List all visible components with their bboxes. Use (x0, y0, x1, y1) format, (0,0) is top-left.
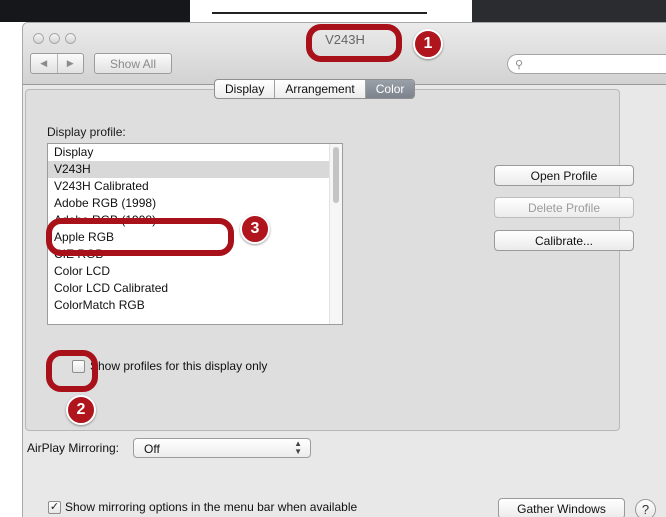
annotation-ring-title (306, 24, 402, 62)
calibrate-button[interactable]: Calibrate... (494, 230, 634, 251)
open-profile-button[interactable]: Open Profile (494, 165, 634, 186)
airplay-mirroring-value: Off (144, 442, 160, 456)
annotation-badge-2: 2 (66, 395, 96, 425)
annotation-ring-adobe-rgb (46, 218, 234, 256)
profile-list-item[interactable]: V243H Calibrated (48, 178, 342, 195)
profile-list-item[interactable]: Color LCD Calibrated (48, 280, 342, 297)
delete-profile-button[interactable]: Delete Profile (494, 197, 634, 218)
profile-list-item-selected[interactable]: V243H (48, 161, 342, 178)
annotation-ring-checkbox (46, 350, 98, 392)
forward-arrow-icon[interactable]: ▶ (56, 54, 84, 73)
background-dark-right (472, 0, 666, 22)
profile-list-item[interactable]: Color LCD (48, 263, 342, 280)
tab-color[interactable]: Color (364, 80, 415, 98)
background-line (212, 12, 427, 14)
tab-display[interactable]: Display (215, 80, 274, 98)
up-down-arrows-icon: ▲ ▼ (294, 439, 302, 456)
back-forward-control: ◀ ▶ (30, 53, 84, 74)
gather-windows-button[interactable]: Gather Windows (498, 498, 625, 517)
airplay-mirroring-select[interactable]: Off ▲ ▼ (133, 438, 311, 458)
profile-list-item[interactable]: Display (48, 144, 342, 161)
show-profiles-label[interactable]: Show profiles for this display only (90, 359, 267, 373)
show-all-button[interactable]: Show All (94, 53, 172, 74)
annotation-badge-3: 3 (240, 214, 270, 244)
tab-bar: Display Arrangement Color (214, 79, 416, 99)
mirroring-options-label[interactable]: Show mirroring options in the menu bar w… (65, 500, 357, 514)
search-input[interactable]: ⚲ (507, 54, 666, 74)
background-strip (0, 0, 666, 22)
search-icon: ⚲ (515, 59, 524, 71)
scrollbar-thumb[interactable] (333, 147, 339, 203)
airplay-mirroring-label: AirPlay Mirroring: (27, 441, 120, 455)
display-profile-label: Display profile: (47, 125, 126, 139)
help-button[interactable]: ? (635, 499, 656, 517)
background-dark-left (0, 0, 190, 22)
list-scrollbar[interactable] (329, 144, 342, 324)
tab-arrangement[interactable]: Arrangement (274, 80, 364, 98)
annotation-badge-1: 1 (413, 29, 443, 59)
profile-list-item[interactable]: ColorMatch RGB (48, 297, 342, 314)
back-arrow-icon[interactable]: ◀ (31, 54, 57, 73)
profile-list-item[interactable]: Adobe RGB (1998) (48, 195, 342, 212)
mirroring-options-checkbox[interactable]: ✓ (48, 501, 61, 514)
